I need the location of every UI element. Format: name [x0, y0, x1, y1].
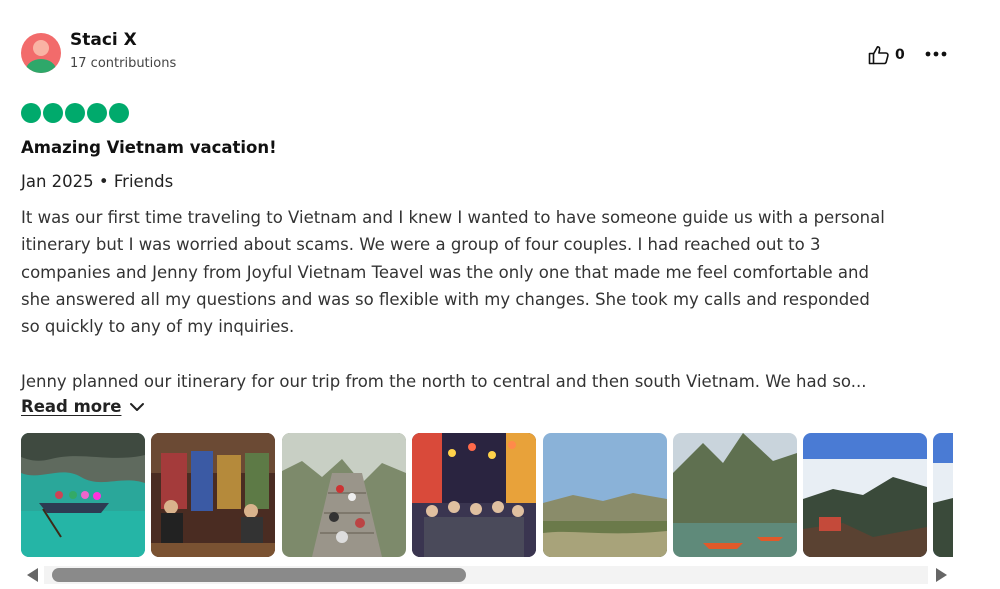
photo-partial[interactable] [933, 433, 953, 557]
photo-market-shop[interactable] [151, 433, 275, 557]
photo-mountain-clouds[interactable] [803, 433, 927, 557]
review-title: Amazing Vietnam vacation! [21, 138, 277, 157]
photo-boat-cave[interactable] [21, 433, 145, 557]
review-line: itinerary but I was worried about scams.… [21, 235, 821, 255]
review-line: It was our first time traveling to Vietn… [21, 208, 885, 227]
rating-bubble [21, 103, 41, 123]
chevron-down-icon [130, 402, 145, 411]
review-line: Jenny planned our itinerary for our trip… [21, 371, 867, 391]
rating-bubble [43, 103, 63, 123]
avatar[interactable] [21, 33, 61, 73]
photo-strip[interactable] [21, 433, 953, 557]
photo-stone-stairs[interactable] [282, 433, 406, 557]
rating-bubble [109, 103, 129, 123]
scroll-left-arrow-icon[interactable] [27, 568, 39, 582]
photo-river-boats[interactable] [673, 433, 797, 557]
more-options-button[interactable] [923, 44, 949, 64]
like-button[interactable]: 0 [868, 44, 905, 66]
reviewer-name[interactable]: Staci X [70, 30, 137, 50]
review-line: so quickly to any of my inquiries. [21, 317, 295, 337]
review-meta: Jan 2025 • Friends [21, 172, 174, 191]
avatar-head [33, 40, 49, 56]
review-body: It was our first time traveling to Vietn… [21, 204, 971, 395]
review-line: companies and Jenny from Joyful Vietnam … [21, 262, 869, 282]
review-line: she answered all my questions and was so… [21, 289, 870, 309]
thumbs-up-icon [868, 46, 889, 65]
rating-bubbles [21, 103, 129, 123]
photo-night-street[interactable] [412, 433, 536, 557]
scroll-right-arrow-icon[interactable] [935, 568, 947, 582]
like-count: 0 [895, 47, 905, 63]
rating-bubble [87, 103, 107, 123]
reviewer-contributions: 17 contributions [70, 56, 177, 71]
read-more-label: Read more [21, 397, 122, 416]
read-more-link[interactable]: Read more [21, 397, 145, 416]
scrollbar-thumb[interactable] [52, 568, 466, 582]
avatar-body [26, 59, 56, 73]
rating-bubble [65, 103, 85, 123]
ellipsis-icon [925, 51, 947, 57]
photo-valley[interactable] [543, 433, 667, 557]
